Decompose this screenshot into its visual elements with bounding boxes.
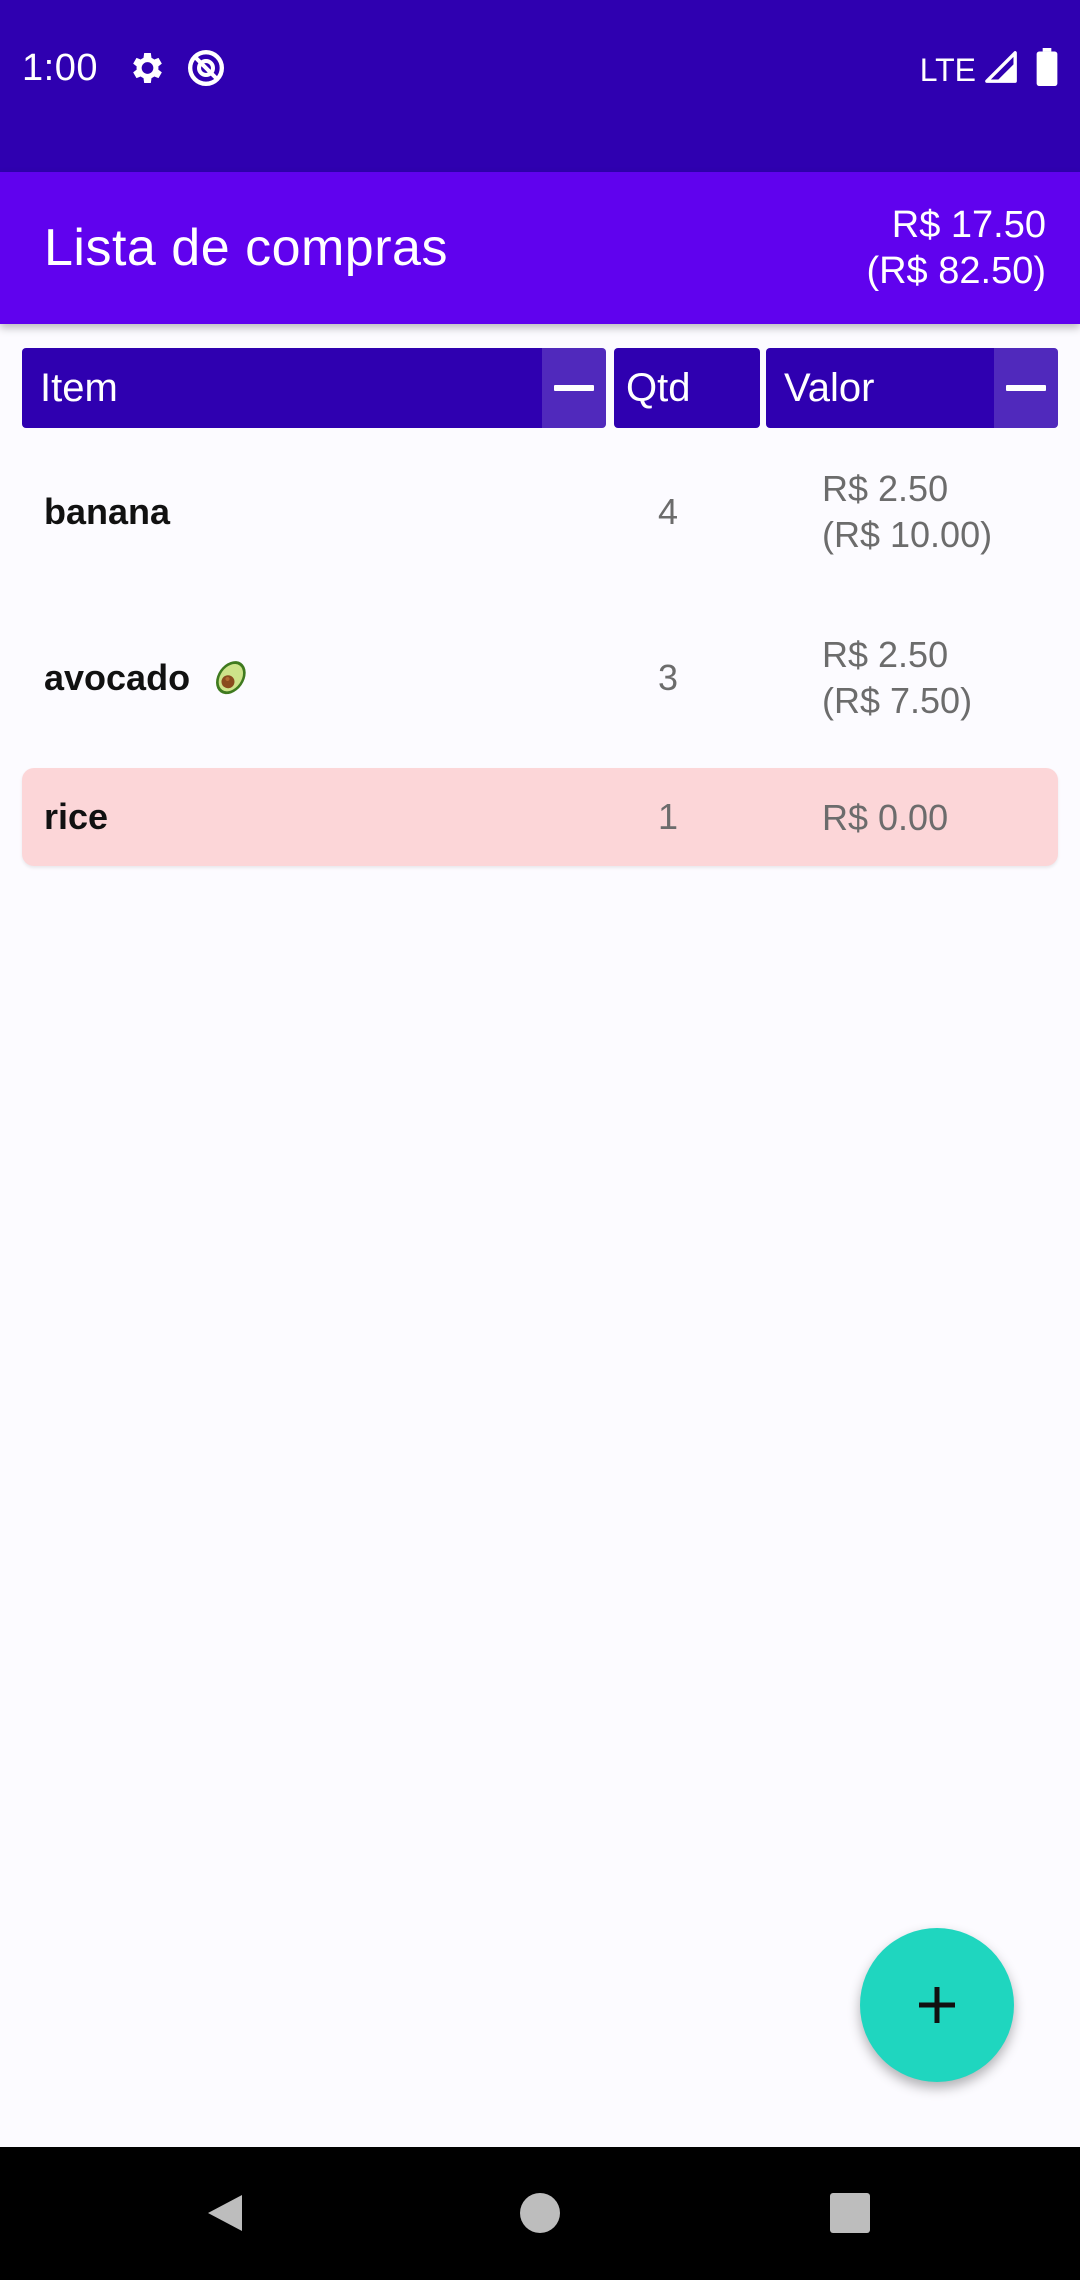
total-all: (R$ 82.50) [866, 250, 1046, 292]
minus-icon [554, 385, 594, 391]
column-header-valor-label: Valor [784, 366, 875, 410]
network-type: LTE [919, 52, 976, 88]
item-value: R$ 2.50 (R$ 7.50) [822, 632, 972, 724]
signal-icon [985, 51, 1017, 83]
collapse-valor-button[interactable] [994, 348, 1058, 428]
column-header-item-label: Item [40, 366, 118, 410]
list-item-highlighted[interactable]: rice 1 R$ 0.00 [22, 768, 1058, 866]
item-qty: 3 [658, 657, 679, 698]
item-unit-price: R$ 2.50 [822, 634, 949, 675]
totals: R$ 17.50 (R$ 82.50) [866, 202, 1046, 294]
recents-icon[interactable] [830, 2193, 870, 2233]
status-time: 1:00 [22, 47, 98, 89]
list-item[interactable]: banana 4 R$ 2.50 (R$ 10.00) [22, 448, 1058, 578]
list-item[interactable]: avocado 3 R$ 2.50 (R$ 7.50) [22, 612, 1058, 744]
minus-icon [1006, 385, 1046, 391]
back-icon[interactable] [204, 2193, 244, 2233]
item-unit-price: R$ 2.50 [822, 468, 949, 509]
home-icon[interactable] [520, 2193, 560, 2233]
item-qty: 1 [658, 796, 679, 837]
item-name: rice [44, 796, 109, 837]
item-unit-price: R$ 0.00 [822, 797, 949, 838]
avocado-icon [216, 661, 246, 695]
screen: 1:00 LTE Lista de compras R$ 17.50 (R$ 8… [0, 0, 1080, 2280]
item-value: R$ 2.50 (R$ 10.00) [822, 466, 992, 558]
add-item-button[interactable] [860, 1928, 1014, 2082]
column-header-qtd-label: Qtd [626, 366, 691, 410]
item-name: banana [44, 491, 171, 532]
dnd-icon [188, 50, 224, 86]
status-bar: 1:00 LTE [0, 0, 1080, 172]
gear-icon [133, 53, 162, 83]
item-name-wrapper: avocado [44, 656, 254, 702]
column-header-item[interactable]: Item [22, 348, 606, 428]
column-header-valor[interactable]: Valor [766, 348, 1058, 428]
collapse-item-button[interactable] [542, 348, 606, 428]
battery-icon [1036, 48, 1058, 86]
page-title: Lista de compras [44, 219, 448, 277]
item-total: (R$ 10.00) [822, 514, 993, 555]
item-name: avocado [44, 657, 191, 698]
navigation-bar [0, 2147, 1080, 2280]
item-qty: 4 [658, 491, 679, 532]
plus-icon [919, 1987, 955, 2023]
total-checked: R$ 17.50 [891, 204, 1046, 246]
item-total: (R$ 7.50) [822, 680, 973, 721]
column-header-qtd[interactable]: Qtd [614, 348, 760, 428]
app-bar: Lista de compras R$ 17.50 (R$ 82.50) [0, 172, 1080, 324]
